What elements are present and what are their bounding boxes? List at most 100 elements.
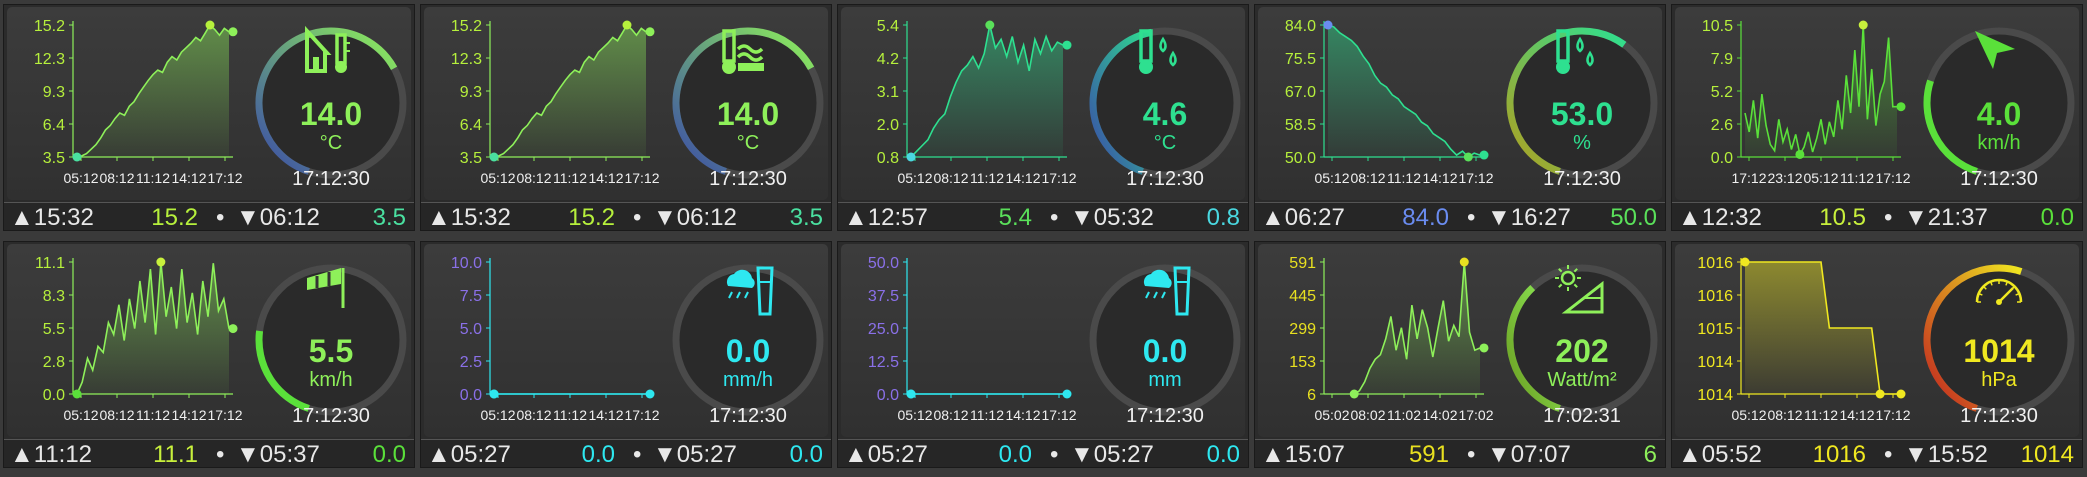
separator: • <box>1467 204 1476 231</box>
y-tick-label: 6.4 <box>43 117 65 134</box>
tile-dewpoint[interactable]: 5.4 4.2 3.1 2.0 0.8 05:12 08:12 11:12 14:12 17:12… <box>837 4 1249 231</box>
max-marker <box>1740 257 1750 267</box>
separator: • <box>1884 204 1893 231</box>
y-tick-label: 6.4 <box>460 117 482 134</box>
y-tick-label: 58.5 <box>1285 117 1316 134</box>
min-max-bar: ▲15:07 591 • ▼07:07 6 <box>1255 439 1665 467</box>
gauge-value: 14.0 <box>300 96 362 132</box>
gauge: 4.0km/h <box>1923 27 2075 179</box>
gauge-value: 4.0 <box>1977 96 2021 132</box>
gauge: 4.6°C <box>1089 27 1241 179</box>
x-tick-label: 11:12 <box>970 170 1004 186</box>
min-time: ▼06:12 <box>653 204 737 231</box>
max-value: 84.0 <box>1402 204 1449 231</box>
y-tick-label: 3.1 <box>877 84 899 101</box>
x-tick-label: 11:12 <box>1387 170 1421 186</box>
min-max-bar: ▲05:27 0.0 • ▼05:27 0.0 <box>421 439 831 468</box>
min-time: ▼06:12 <box>236 204 320 231</box>
tile-greenhouse-temp[interactable]: 15.2 12.3 9.3 6.4 3.5 05:12 08:12 11:12 14:12 17:… <box>420 4 832 231</box>
min-value: 3.5 <box>372 204 406 231</box>
x-tick-label: 08:12 <box>933 407 968 423</box>
x-tick-label: 17:12 <box>1041 407 1076 423</box>
update-time: 17:12:30 <box>292 168 370 190</box>
update-time: 17:12:30 <box>1126 168 1204 190</box>
separator: • <box>1050 204 1059 231</box>
y-tick-label: 12.5 <box>868 354 899 371</box>
x-tick-label: 14:12 <box>588 407 623 423</box>
gauge-value: 14.0 <box>717 96 779 132</box>
trend-chart: 84.0 75.5 67.0 58.5 50.0 05:12 08:12 11:12 14:12… <box>1285 18 1658 190</box>
y-tick-label: 1016 <box>1697 255 1733 272</box>
tile-solar-radiation[interactable]: 591 445 299 153 6 05:02 08:02 11:02 14:02 17:02 20… <box>1254 241 1666 468</box>
x-tick-label: 14:12 <box>588 170 623 186</box>
tile-rain-total[interactable]: 50.0 37.5 25.0 12.5 0.0 05:12 08:12 11:12 14:12 1… <box>837 241 1249 468</box>
min-marker <box>906 389 916 399</box>
series-area <box>1328 25 1480 157</box>
y-tick-label: 1016 <box>1697 288 1733 305</box>
y-tick-label: 0.0 <box>460 387 482 404</box>
tile-rain-rate[interactable]: 10.0 7.5 5.0 2.5 0.0 05:12 08:12 11:12 14:12 17:1… <box>420 241 832 468</box>
update-time: 17:02:31 <box>1543 405 1621 427</box>
min-value: 3.5 <box>789 204 823 231</box>
x-tick-label: 14:12 <box>1422 170 1457 186</box>
y-tick-label: 591 <box>1289 255 1316 272</box>
min-max-bar: ▲12:32 10.5 • ▼21:37 0.0 <box>1672 202 2082 231</box>
tile-panel: 15.2 12.3 9.3 6.4 3.5 05:12 08:12 11:12 14:12 17:… <box>7 7 411 200</box>
tile-panel: 10.5 7.9 5.2 2.6 0.0 17:12 23:12 05:12 11:12 17:1… <box>1675 7 2079 200</box>
y-tick-label: 1014 <box>1697 387 1733 404</box>
y-tick-label: 1015 <box>1697 321 1733 338</box>
tile-panel: 84.0 75.5 67.0 58.5 50.0 05:12 08:12 11:12 14:12… <box>1258 7 1662 200</box>
x-tick-label: 08:12 <box>99 170 134 186</box>
gauge-unit: km/h <box>309 369 352 391</box>
trend-chart: 1016 1016 1015 1014 1014 05:12 08:12 11:12 14:12… <box>1697 255 2075 427</box>
max-marker <box>1323 20 1333 30</box>
gauge: 0.0mm/h <box>672 264 824 416</box>
update-time: 17:12:30 <box>292 405 370 427</box>
x-tick-label: 11:02 <box>1387 407 1421 423</box>
x-tick-label: 11:12 <box>136 170 170 186</box>
max-time: ▲15:32 <box>10 204 94 231</box>
last-marker <box>1479 150 1489 160</box>
min-marker <box>72 389 82 399</box>
x-tick-label: 05:12 <box>1731 407 1766 423</box>
min-time: ▼05:32 <box>1070 204 1154 231</box>
min-max-bar: ▲06:27 84.0 • ▼16:27 50.0 <box>1255 202 1665 231</box>
x-tick-label: 23:12 <box>1767 170 1802 186</box>
y-tick-label: 50.0 <box>868 255 899 272</box>
max-value: 5.4 <box>998 204 1032 231</box>
x-tick-label: 08:02 <box>1350 407 1385 423</box>
min-value: 0.0 <box>789 441 823 468</box>
x-tick-label: 14:12 <box>1839 407 1874 423</box>
gauge-value: 0.0 <box>1143 333 1187 369</box>
gauge-value: 4.6 <box>1143 96 1187 132</box>
tile-panel: 11.1 8.3 5.5 2.8 0.0 05:12 08:12 11:12 14:12 17:1… <box>7 244 411 437</box>
gauge-unit: hPa <box>1981 369 2017 391</box>
max-value: 1016 <box>1812 441 1866 468</box>
y-tick-label: 3.5 <box>43 150 65 167</box>
gauge: 0.0mm <box>1089 264 1241 416</box>
y-tick-label: 11.1 <box>35 255 65 272</box>
tile-outdoor-temp[interactable]: 15.2 12.3 9.3 6.4 3.5 05:12 08:12 11:12 14:12 17:… <box>3 4 415 231</box>
x-tick-label: 11:12 <box>1840 170 1874 186</box>
tile-humidity[interactable]: 84.0 75.5 67.0 58.5 50.0 05:12 08:12 11:12 14:12… <box>1254 4 1666 231</box>
tile-wind-direction[interactable]: 10.5 7.9 5.2 2.6 0.0 17:12 23:12 05:12 11:12 17:1… <box>1671 4 2083 231</box>
trend-chart: 15.212.39.36.43.505:12 08:12 11:12 14:12 17:… <box>451 18 824 190</box>
min-marker <box>489 152 499 162</box>
tile-panel: 10.0 7.5 5.0 2.5 0.0 05:12 08:12 11:12 14:12 17:1… <box>424 244 828 437</box>
y-tick-label: 50.0 <box>1285 150 1316 167</box>
min-marker <box>1463 152 1473 162</box>
min-max-bar: ▲15:32 15.2 • ▼06:12 3.5 <box>421 202 831 231</box>
tile-wind-speed[interactable]: 11.1 8.3 5.5 2.8 0.0 05:12 08:12 11:12 14:12 17:1… <box>3 241 415 468</box>
y-tick-label: 0.0 <box>877 387 899 404</box>
min-time: ▼16:27 <box>1487 204 1571 231</box>
x-tick-label: 11:12 <box>136 407 170 423</box>
x-tick-label: 08:12 <box>516 407 551 423</box>
tile-pressure[interactable]: 1016 1016 1015 1014 1014 05:12 08:12 11:12 14:12… <box>1671 241 2083 468</box>
gauge-value: 5.5 <box>309 333 353 369</box>
max-time: ▲12:57 <box>844 204 928 231</box>
trend-chart: 5.44.23.12.00.805:12 08:12 11:12 14:12 17:12… <box>877 18 1241 190</box>
gauge-unit: % <box>1573 132 1591 154</box>
x-tick-label: 17:02 <box>1458 407 1493 423</box>
y-tick-label: 12.3 <box>451 51 482 68</box>
max-value: 15.2 <box>151 204 198 231</box>
